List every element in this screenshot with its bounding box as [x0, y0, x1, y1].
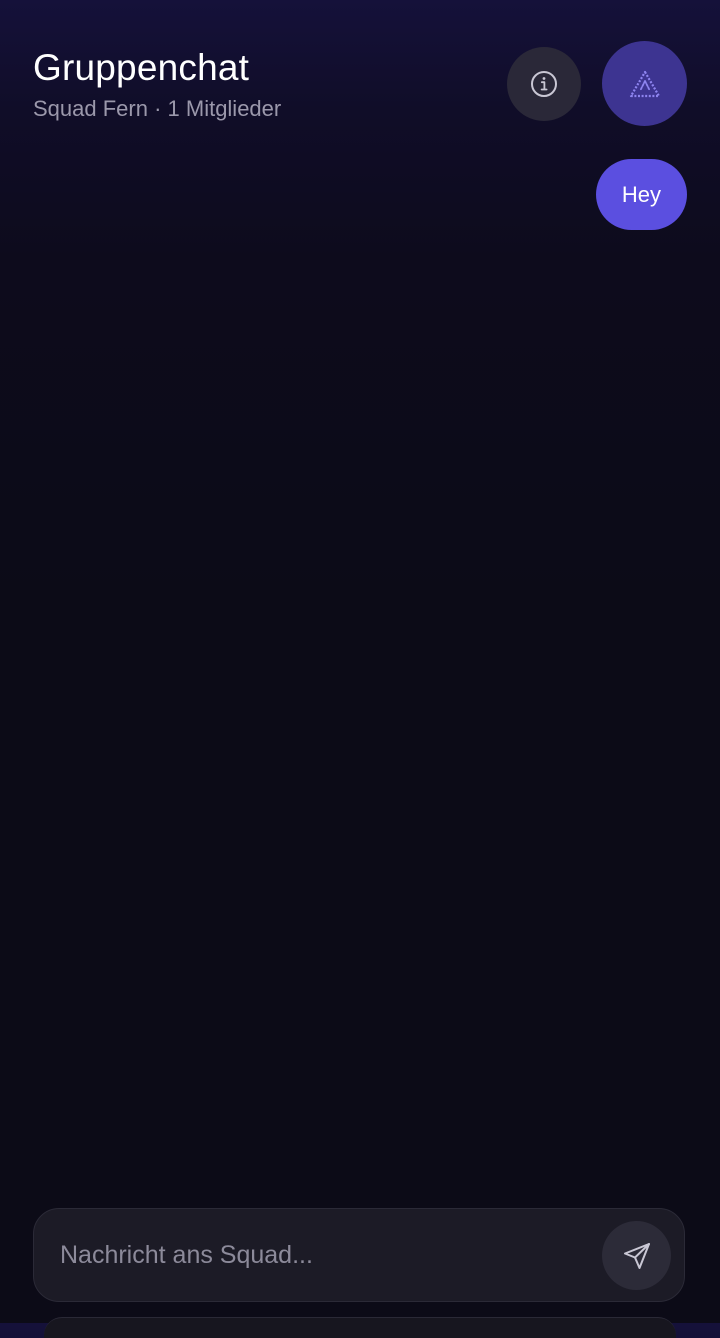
message-list: Hey [0, 150, 720, 1190]
message-input[interactable] [60, 1231, 600, 1279]
paper-plane-icon [623, 1242, 650, 1269]
squad-profile-button[interactable] [602, 41, 687, 126]
info-button[interactable] [507, 47, 581, 121]
message-bubble-outgoing[interactable]: Hey [595, 159, 687, 230]
message-composer [33, 1208, 685, 1302]
triangle-logo-icon [629, 70, 660, 97]
chat-header: Gruppenchat Squad Fern · 1 Mitglieder [0, 0, 720, 150]
info-circle-icon [531, 71, 557, 97]
bottom-sheet-edge [44, 1317, 676, 1338]
squad-subtitle: Squad Fern · 1 Mitglieder [33, 96, 282, 121]
page-title: Gruppenchat [33, 47, 250, 88]
send-button[interactable] [602, 1221, 671, 1290]
